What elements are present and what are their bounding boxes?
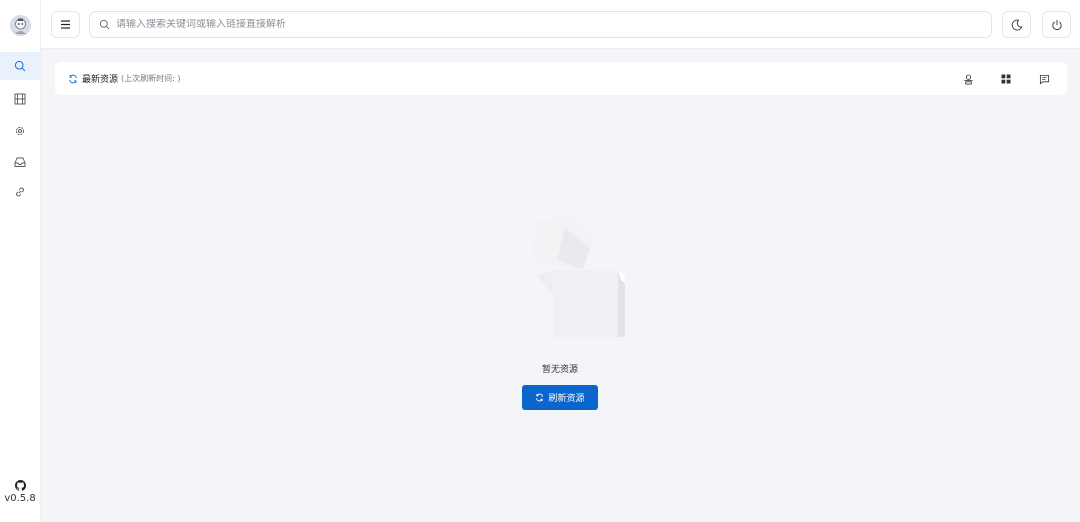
- theme-toggle-button[interactable]: [1002, 11, 1031, 38]
- app-root: v0.5.8 请输入搜索关键词或输入链接直接解析 最新资源 (上次刷新时间:)…: [0, 0, 1080, 522]
- grid-icon: [1001, 74, 1011, 84]
- moon-icon: [1011, 19, 1023, 30]
- filter-button[interactable]: [961, 72, 975, 86]
- version-label: v0.5.8: [4, 493, 36, 504]
- refresh-icon[interactable]: [68, 74, 78, 84]
- sidebar-item-downloads[interactable]: [0, 148, 40, 176]
- sidebar-item-settings[interactable]: [0, 117, 40, 145]
- empty-state: 暂无资源 刷新资源: [460, 210, 660, 410]
- filter-icon: [963, 74, 973, 84]
- search-box: [89, 11, 992, 38]
- empty-state-text: 暂无资源: [541, 365, 578, 375]
- link-icon: [16, 187, 24, 197]
- sidebar-item-links[interactable]: [0, 178, 40, 206]
- film-icon: [14, 93, 26, 105]
- power-icon: [1051, 19, 1062, 30]
- sidebar-item-film[interactable]: [0, 85, 40, 113]
- gear-icon: [15, 126, 25, 136]
- mascot-avatar[interactable]: [10, 15, 31, 36]
- last-refresh-time: (上次刷新时间: ): [121, 74, 181, 83]
- power-button[interactable]: [1042, 11, 1071, 38]
- sidebar: v0.5.8: [0, 0, 41, 522]
- search-icon: [14, 60, 26, 72]
- search-icon: [99, 19, 110, 30]
- inbox-icon: [14, 157, 26, 167]
- menu-icon: [61, 20, 70, 29]
- message-button[interactable]: [1037, 72, 1051, 86]
- refresh-icon: [536, 393, 544, 402]
- empty-box-illustration: [533, 216, 625, 337]
- search-input[interactable]: [116, 19, 976, 30]
- top-header: [41, 0, 1080, 49]
- toolbar-title-group: 最新资源 (上次刷新时间: ): [68, 72, 181, 85]
- refresh-resources-button[interactable]: 刷新资源: [522, 385, 598, 410]
- sidebar-footer: v0.5.8: [0, 480, 40, 504]
- latest-resources-toolbar: 最新资源 (上次刷新时间: ): [55, 62, 1067, 95]
- refresh-button-label: 刷新资源: [548, 394, 585, 404]
- grid-view-button[interactable]: [999, 72, 1013, 86]
- sidebar-item-search[interactable]: [0, 52, 40, 80]
- github-icon[interactable]: [14, 480, 26, 491]
- message-icon: [1039, 74, 1049, 84]
- toolbar-title: 最新资源: [82, 75, 119, 85]
- menu-button[interactable]: [51, 11, 80, 38]
